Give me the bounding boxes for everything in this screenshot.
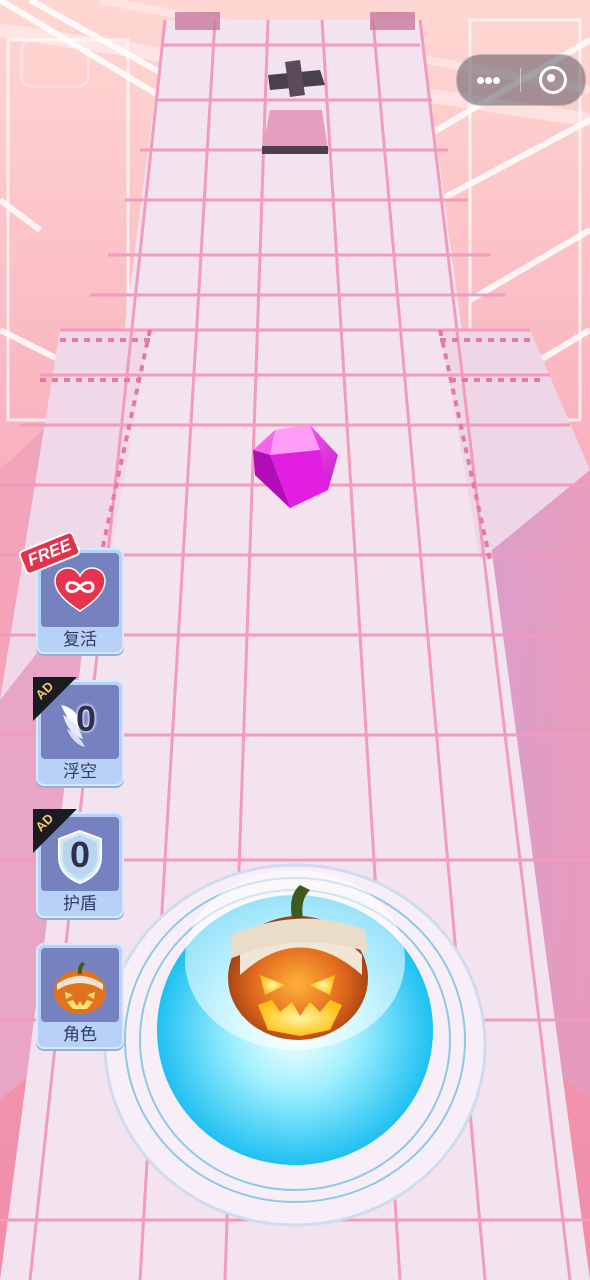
shield-button[interactable]: 0 AD 护盾 (33, 809, 124, 918)
float-button[interactable]: 0 AD 浮空 (33, 677, 124, 786)
close-button[interactable] (521, 55, 585, 105)
ad-badge: AD (33, 677, 77, 721)
back-button[interactable] (20, 38, 90, 88)
revive-label: 复活 (63, 630, 97, 650)
infinity-heart-icon (54, 567, 106, 612)
pumpkin-character-icon (54, 962, 106, 1014)
more-button[interactable] (457, 55, 520, 105)
revive-button[interactable]: FREE 复活 (19, 532, 124, 654)
character-label: 角色 (63, 1025, 97, 1045)
ad-badge: AD (33, 809, 77, 853)
shield-label: 护盾 (63, 894, 97, 914)
mini-program-capsule (456, 54, 586, 106)
character-button[interactable]: 角色 (36, 943, 124, 1049)
float-label: 浮空 (63, 762, 97, 782)
